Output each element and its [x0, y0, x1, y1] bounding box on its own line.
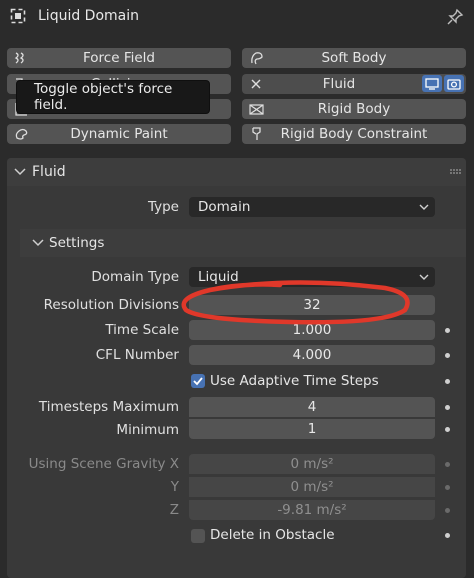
pin-icon[interactable]	[446, 8, 464, 26]
rigid-body-constraint-button[interactable]: Rigid Body Constraint	[242, 124, 466, 144]
resolution-divisions-label: Resolution Divisions	[43, 297, 179, 313]
keyframe-dot[interactable]	[445, 533, 450, 538]
close-icon[interactable]	[248, 76, 266, 92]
force-field-icon	[14, 52, 24, 64]
cfl-number-label: CFL Number	[95, 347, 179, 363]
adaptive-time-steps-checkbox[interactable]	[191, 374, 205, 388]
gravity-x-field: 0 m/s²	[189, 454, 435, 474]
object-physics-icon	[10, 8, 26, 24]
gravity-z-label: Z	[169, 502, 179, 518]
time-scale-label: Time Scale	[105, 322, 179, 338]
timesteps-maximum-field[interactable]: 4	[189, 397, 435, 417]
soft-body-button[interactable]: Soft Body	[242, 48, 466, 68]
rigid-body-constraint-label: Rigid Body Constraint	[280, 126, 428, 142]
keyframe-dot	[445, 508, 450, 513]
keyframe-dot[interactable]	[445, 353, 450, 358]
cfl-number-field[interactable]: 4.000	[189, 345, 435, 365]
minimum-field[interactable]: 1	[189, 419, 435, 439]
annotation-circle	[181, 280, 410, 325]
keyframe-dot	[445, 485, 450, 490]
force-field-button[interactable]: Force Field	[7, 48, 231, 68]
tooltip: Toggle object's force field.	[16, 80, 210, 114]
delete-in-obstacle-label[interactable]: Delete in Obstacle	[210, 527, 335, 543]
panel-title: Liquid Domain	[38, 8, 140, 24]
chevron-down-icon	[419, 204, 429, 210]
tooltip-text: Toggle object's force field.	[34, 81, 173, 113]
keyframe-dot[interactable]	[445, 405, 450, 410]
show-in-viewport-icon[interactable]	[422, 75, 442, 92]
type-dropdown[interactable]: Domain	[189, 197, 435, 217]
gravity-y-field: 0 m/s²	[189, 477, 435, 497]
settings-panel-title: Settings	[49, 235, 105, 251]
domain-type-label: Domain Type	[91, 269, 179, 285]
keyframe-dot[interactable]	[445, 427, 450, 432]
gravity-z-field: -9.81 m/s²	[189, 500, 435, 520]
checkmark-icon	[193, 377, 203, 386]
dynamic-paint-icon	[15, 128, 28, 140]
dynamic-paint-button[interactable]: Dynamic Paint	[7, 124, 231, 144]
delete-in-obstacle-checkbox[interactable]	[191, 529, 205, 543]
rigid-body-icon	[249, 104, 264, 115]
keyframe-dot[interactable]	[445, 379, 450, 384]
drag-handle-icon[interactable]	[449, 168, 461, 176]
timesteps-maximum-label: Timesteps Maximum	[38, 399, 179, 415]
show-in-render-icon[interactable]	[444, 75, 464, 92]
type-value: Domain	[198, 199, 251, 215]
fluid-button[interactable]: Fluid	[242, 74, 466, 94]
rigid-body-constraint-icon	[252, 127, 261, 140]
gravity-y-label: Y	[170, 479, 179, 495]
gravity-x-label: Using Scene Gravity X	[28, 456, 179, 472]
type-label: Type	[147, 199, 179, 215]
dynamic-paint-label: Dynamic Paint	[70, 126, 168, 142]
chevron-down-icon[interactable]	[32, 238, 44, 248]
soft-body-label: Soft Body	[321, 50, 387, 66]
chevron-down-icon[interactable]	[14, 167, 26, 177]
force-field-label: Force Field	[83, 50, 155, 66]
adaptive-time-steps-label[interactable]: Use Adaptive Time Steps	[210, 373, 379, 389]
keyframe-dot	[445, 462, 450, 467]
soft-body-icon	[251, 52, 263, 65]
keyframe-dot[interactable]	[445, 328, 450, 333]
rigid-body-label: Rigid Body	[317, 101, 391, 117]
fluid-label: Fluid	[322, 76, 356, 92]
rigid-body-button[interactable]: Rigid Body	[242, 99, 466, 119]
minimum-label: Minimum	[116, 422, 179, 438]
fluid-panel-header[interactable]	[7, 158, 466, 186]
chevron-down-icon	[419, 274, 429, 280]
fluid-panel-title: Fluid	[32, 164, 66, 180]
